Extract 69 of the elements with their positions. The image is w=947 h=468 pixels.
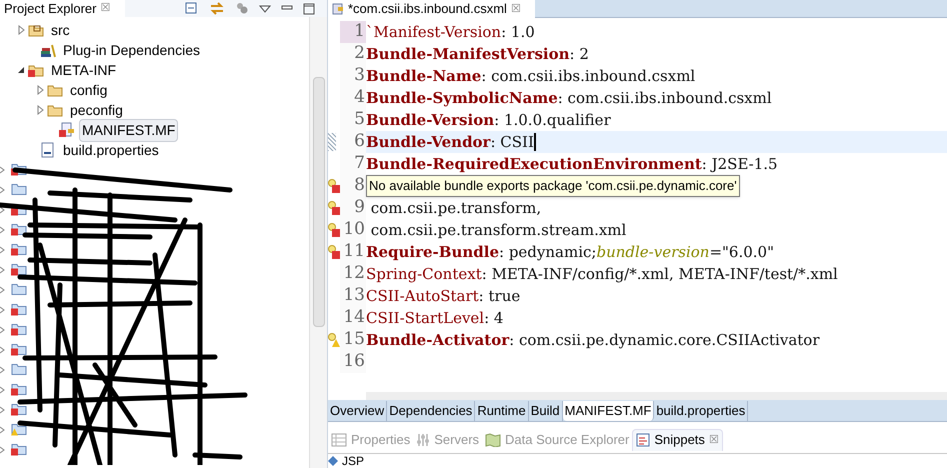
tree-item[interactable]: Plug-in Dependencies xyxy=(60,38,203,62)
line-number: 10 xyxy=(343,218,365,242)
bulb-error-icon[interactable] xyxy=(328,245,340,259)
tree-item[interactable]: config xyxy=(67,78,110,102)
diamond-icon xyxy=(328,456,338,466)
line-number: 13 xyxy=(343,284,365,308)
page-tab[interactable]: Dependencies xyxy=(387,400,476,420)
code-line: `Manifest-Version: 1.0 xyxy=(366,22,535,43)
map-icon xyxy=(485,432,502,446)
table-icon xyxy=(331,432,347,446)
line-number: 15 xyxy=(343,328,365,352)
link-arrows-icon[interactable] xyxy=(209,2,225,15)
code-line: Bundle-Name: com.csii.ibs.inbound.csxml xyxy=(366,66,696,87)
line-number: 16 xyxy=(343,350,365,374)
horizontal-scrollbar[interactable] xyxy=(366,392,947,400)
code-line: Spring-Context: META-INF/config/*.xml, META-INF/test/*.xml xyxy=(366,264,838,285)
code-line: Bundle-SymbolicName: com.csii.ibs.inbound.csxml xyxy=(366,88,772,109)
snippets-icon xyxy=(636,433,650,447)
line-number: 11 xyxy=(343,240,365,264)
code-line: Require-Bundle: pedynamic;bundle-version="6.0.0" xyxy=(366,242,774,263)
collapse-all-icon[interactable] xyxy=(185,2,199,15)
collapse-arrow-icon[interactable] xyxy=(16,65,26,75)
line-number: 2 xyxy=(354,42,365,66)
binary-file-icon xyxy=(40,142,56,158)
line-number: 7 xyxy=(354,152,365,176)
tree-item[interactable]: MANIFEST.MF xyxy=(79,118,178,142)
line-number: 3 xyxy=(354,64,365,88)
tooltip: No available bundle exports package 'com.csii.pe.dynamic.core' xyxy=(366,175,740,196)
code-line: Bundle-ManifestVersion: 2 xyxy=(366,44,589,65)
scrollbar[interactable] xyxy=(309,17,327,468)
line-number: 8 xyxy=(354,174,365,198)
page-tab[interactable]: Runtime xyxy=(475,400,529,420)
tree-item[interactable]: src xyxy=(48,18,73,42)
bulb-error-icon[interactable] xyxy=(328,201,340,215)
line-number: 5 xyxy=(354,108,365,132)
books-icon xyxy=(40,42,56,58)
line-number: 9 xyxy=(354,196,365,220)
code-line: Bundle-Version: 1.0.0.qualifier xyxy=(366,110,611,131)
code-line: com.csii.pe.transform, xyxy=(370,198,542,219)
view-tab[interactable]: Project Explorer ☒ xyxy=(0,0,125,17)
line-number: 14 xyxy=(343,306,365,330)
code-line: CSII-AutoStart: true xyxy=(366,286,520,307)
code-line: CSII-StartLevel: 4 xyxy=(366,308,504,329)
bulb-error-icon[interactable] xyxy=(328,223,340,237)
line-number: 1 xyxy=(354,20,365,44)
code-line: Bundle-Vendor: CSII xyxy=(366,132,534,153)
page-tab[interactable]: Overview xyxy=(328,400,388,420)
bulb-error-icon[interactable] xyxy=(328,179,340,193)
sliders-icon xyxy=(416,432,430,446)
plugin-file-icon xyxy=(332,3,344,15)
line-number: 12 xyxy=(343,262,365,286)
editor-tab[interactable]: *com.csii.ibs.inbound.csxml ☒ xyxy=(328,0,535,18)
line-number: 4 xyxy=(354,86,365,110)
code-line: Bundle-RequiredExecutionEnvironment: J2SE-1.5 xyxy=(366,154,778,175)
manifest-file-icon xyxy=(59,122,75,138)
tree-item[interactable]: JSP xyxy=(342,454,364,468)
tree-item[interactable]: peconfig xyxy=(67,98,126,122)
view-tab[interactable]: Snippets ☒ xyxy=(632,428,723,450)
tree-item[interactable]: META-INF xyxy=(48,58,120,82)
page-tab[interactable]: build.properties xyxy=(654,400,748,420)
gears-icon[interactable] xyxy=(235,2,249,15)
tree-item[interactable]: build.properties xyxy=(60,138,162,162)
page-tab[interactable]: MANIFEST.MF xyxy=(562,400,654,420)
maximize-icon[interactable] xyxy=(303,2,315,14)
line-number: 6 xyxy=(354,130,365,154)
bulb-warning-icon[interactable] xyxy=(328,333,340,347)
code-line: com.csii.pe.transform.stream.xml xyxy=(370,220,626,241)
view-menu-icon[interactable] xyxy=(259,4,271,14)
code-line: Bundle-Activator: com.csii.pe.dynamic.core.CSIIActivator xyxy=(366,330,820,351)
